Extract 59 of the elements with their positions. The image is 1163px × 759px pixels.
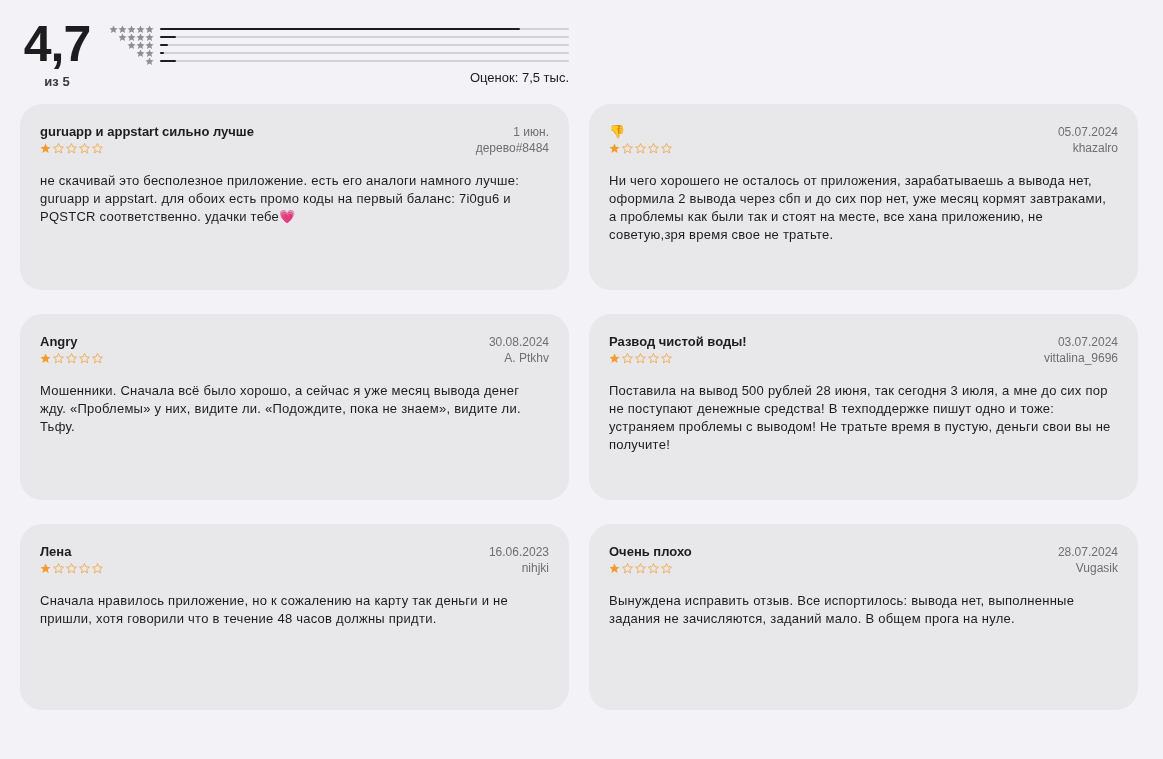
star-icon bbox=[622, 563, 633, 574]
review-author: khazalro bbox=[1071, 140, 1118, 156]
star-icon bbox=[92, 143, 103, 154]
star-icon bbox=[66, 353, 77, 364]
star-icon bbox=[648, 353, 659, 364]
review-text: Вынуждена исправить отзыв. Все испортилось: вывода нет, выполненные задания не зачисляются, заданий мало. В общем прога на нуле. bbox=[609, 592, 1076, 628]
average-rating: 4,7 bbox=[23, 18, 91, 70]
review-author: Vugasik bbox=[1074, 560, 1118, 576]
rating-scale: из 5 bbox=[44, 74, 70, 89]
review-title: Очень плохо bbox=[609, 544, 692, 560]
star-icon bbox=[648, 563, 659, 574]
review-date: 05.07.2024 bbox=[1057, 124, 1118, 140]
review-date: 16.06.2023 bbox=[488, 544, 549, 560]
star-icon bbox=[53, 563, 64, 574]
review-date: 30.08.2024 bbox=[488, 334, 549, 350]
review-title: guruapp и appstart сильно лучше bbox=[40, 124, 254, 140]
review-date: 03.07.2024 bbox=[1056, 334, 1118, 350]
star-icon bbox=[661, 143, 672, 154]
star-icon bbox=[609, 353, 620, 364]
ratings-count: Оценок: 7,5 тыс. bbox=[468, 70, 569, 85]
review-date: 28.07.2024 bbox=[1057, 544, 1118, 560]
star-icon bbox=[622, 143, 633, 154]
review-title: Лена bbox=[40, 544, 73, 560]
review-text: Мошенники. Сначала всё было хорошо, а сейчас я уже месяц вывода денег жду. «Проблемы» у них, видите ли. «Подождите, пока не знаем», видите ли. Тьфу. bbox=[40, 382, 522, 436]
star-icon bbox=[66, 143, 77, 154]
review-text: Сначала нравилось приложение, но к сожалению на карту так деньги и не пришли, хотя говорили что в течение 48 часов должны придти. bbox=[40, 592, 509, 628]
star-icon bbox=[53, 143, 64, 154]
star-icon bbox=[609, 563, 620, 574]
review-text: не скачивай это бесполезное приложение. есть его аналоги намного лучше: guruapp и appstart. для обоих есть промо коды на первый баланс: 7i0gu6 и PQSTCR соответственно. удачки тебе💗 bbox=[40, 172, 520, 226]
review-author: vittalina_9696 bbox=[1043, 350, 1118, 366]
review-author: дерево#8484 bbox=[475, 140, 549, 156]
star-icon bbox=[661, 353, 672, 364]
star-icon bbox=[40, 353, 51, 364]
review-text: Поставила на вывод 500 рублей 28 июня, так сегодня 3 июля, а мне до сих пор не поступают денежные средства! В техподдержке пишут одно и тоже: устраняем проблемы с выводом! Не тратьте время в пустую, деньги свои вы не получите! bbox=[609, 382, 1112, 454]
star-icon bbox=[661, 563, 672, 574]
stars-icon bbox=[109, 24, 154, 34]
review-text: Ни чего хорошего не осталось от приложения, зарабатываешь а вывода нет, оформила 2 вывода через сбп и до сих пор нет, уже месяц кормят завтраками, а проблемы как были так и стоят на месте, все хана приложению, не советую,зря время свое не тратьте. bbox=[609, 172, 1108, 244]
star-icon bbox=[79, 143, 90, 154]
stars-icon bbox=[118, 32, 154, 42]
review-title: Развод чистой воды! bbox=[609, 334, 747, 350]
star-icon bbox=[635, 143, 646, 154]
star-icon bbox=[92, 563, 103, 574]
review-author: A. Ptkhv bbox=[503, 350, 549, 366]
star-icon bbox=[622, 353, 633, 364]
star-icon bbox=[40, 563, 51, 574]
star-icon bbox=[635, 563, 646, 574]
star-icon bbox=[53, 353, 64, 364]
review-author: nihjki bbox=[520, 560, 549, 576]
star-icon bbox=[79, 563, 90, 574]
review-title: 👎 bbox=[609, 124, 626, 140]
star-icon bbox=[66, 563, 77, 574]
star-icon bbox=[609, 143, 620, 154]
star-icon bbox=[79, 353, 90, 364]
star-icon bbox=[648, 143, 659, 154]
star-icon bbox=[635, 353, 646, 364]
review-title: Angry bbox=[40, 334, 79, 350]
review-date: 1 июн. bbox=[512, 124, 549, 140]
star-icon bbox=[40, 143, 51, 154]
star-icon bbox=[92, 353, 103, 364]
